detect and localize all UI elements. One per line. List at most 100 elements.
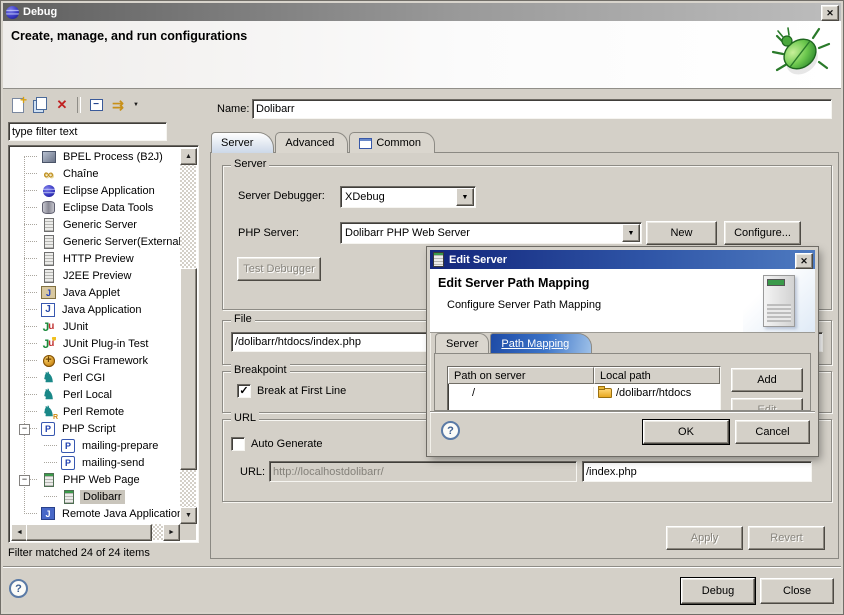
tree-item[interactable]: − Perl Local: [11, 386, 180, 403]
tree-item[interactable]: − mailing-prepare: [11, 437, 180, 454]
header-banner: Create, manage, and run configurations: [3, 21, 841, 89]
combo-arrow-icon[interactable]: ▼: [622, 224, 640, 242]
dialog-close-button[interactable]: ✕: [795, 253, 813, 269]
filter-configurations-button[interactable]: [108, 96, 128, 114]
path-mapping-table[interactable]: Path on server Local path / /dolibarr/ht…: [447, 366, 721, 411]
filter-input-wrap: [8, 122, 167, 141]
tree-item[interactable]: − Java Applet: [11, 284, 180, 301]
close-button[interactable]: Close: [760, 578, 834, 604]
server-icon: [433, 252, 444, 267]
tree-item-label: J2EE Preview: [60, 269, 134, 283]
tree-item-icon: [41, 184, 56, 198]
tree-item-label: Generic Server: [60, 218, 140, 232]
scroll-right-button[interactable]: ►: [163, 524, 180, 541]
scroll-down-button[interactable]: ▼: [180, 507, 197, 524]
name-input[interactable]: [253, 100, 831, 118]
tree-item-icon: [41, 150, 56, 164]
dialog-banner: Edit Server Path Mapping Configure Serve…: [430, 269, 815, 333]
tree-item[interactable]: − Java Application: [11, 301, 180, 318]
tree-item-label: Perl Local: [60, 388, 115, 402]
tree-item-label: Chaîne: [60, 167, 101, 181]
filter-input[interactable]: [9, 123, 166, 140]
tree-item[interactable]: − J2EE Preview: [11, 267, 180, 284]
tree-expander-icon[interactable]: −: [19, 475, 30, 486]
tree-item-icon: [41, 422, 55, 436]
dialog-tab[interactable]: Server: [435, 333, 489, 353]
revert-button[interactable]: Revert: [748, 526, 825, 550]
vertical-scroll-thumb[interactable]: [180, 268, 197, 470]
config-tab[interactable]: Advanced: [275, 132, 348, 153]
tree-item[interactable]: − JUnit Plug-in Test: [11, 335, 180, 352]
tree-item[interactable]: − Perl CGI: [11, 369, 180, 386]
url-path-input[interactable]: [583, 462, 811, 481]
ok-button[interactable]: OK: [643, 420, 729, 444]
column-path-on-server[interactable]: Path on server: [448, 367, 594, 384]
new-server-button[interactable]: New: [646, 221, 717, 245]
test-debugger-button[interactable]: Test Debugger: [237, 257, 321, 281]
debug-window: Debug ✕ Create, manage, and run configur…: [0, 0, 844, 615]
tree-item-icon: [41, 473, 56, 487]
tree-item[interactable]: − BPEL Process (B2J): [11, 148, 180, 165]
dialog-tab[interactable]: Path Mapping: [490, 333, 592, 353]
duplicate-configuration-button[interactable]: [30, 96, 50, 114]
configurations-tree: − BPEL Process (B2J) − Chaîne − Eclipse …: [8, 145, 199, 543]
help-button[interactable]: ?: [9, 579, 28, 598]
tree-vertical-scrollbar[interactable]: ▲ ▼: [180, 148, 196, 524]
tree-item-icon: [41, 303, 55, 317]
debug-button[interactable]: Debug: [681, 578, 755, 604]
cancel-button[interactable]: Cancel: [735, 420, 810, 444]
tree-item[interactable]: − mailing-send: [11, 454, 180, 471]
tree-item-label: Eclipse Data Tools: [60, 201, 156, 215]
config-tab[interactable]: Common: [349, 132, 435, 153]
tree-horizontal-scrollbar[interactable]: ◄ ►: [11, 524, 180, 540]
edit-mapping-button[interactable]: Edit: [731, 398, 803, 411]
tree-item[interactable]: − Perl Remote: [11, 403, 180, 420]
table-row[interactable]: / /dolibarr/htdocs: [448, 384, 720, 401]
table-icon: [359, 138, 372, 149]
server-debugger-label: Server Debugger:: [238, 190, 325, 202]
auto-generate-checkbox[interactable]: ✓: [231, 437, 245, 451]
add-mapping-button[interactable]: Add: [731, 368, 803, 392]
toolbar-menu-button[interactable]: [130, 96, 142, 114]
server-debugger-combo[interactable]: XDebug ▼: [340, 186, 476, 208]
window-close-button[interactable]: ✕: [821, 5, 839, 21]
edit-server-dialog: Edit Server ✕ Edit Server Path Mapping C…: [427, 247, 818, 456]
dialog-help-button[interactable]: ?: [441, 421, 460, 440]
tree-item[interactable]: − Remote Java Application: [11, 505, 180, 522]
php-server-combo[interactable]: Dolibarr PHP Web Server ▼: [340, 222, 642, 244]
horizontal-scroll-thumb[interactable]: [26, 524, 152, 541]
tree-item-label: JUnit: [60, 320, 91, 334]
tree-item[interactable]: − PHP Script: [11, 420, 180, 437]
tab-label: Server: [221, 137, 253, 149]
delete-configuration-button[interactable]: [52, 96, 72, 114]
break-first-line-checkbox[interactable]: ✓: [237, 384, 251, 398]
config-tab[interactable]: Server: [211, 132, 274, 153]
combo-arrow-icon[interactable]: ▼: [456, 188, 474, 206]
dialog-subheading: Configure Server Path Mapping: [447, 299, 601, 311]
tree-item[interactable]: − Dolibarr: [11, 488, 180, 505]
tree-item-icon: [61, 490, 76, 504]
tree-item[interactable]: − Eclipse Data Tools: [11, 199, 180, 216]
tree-item[interactable]: − Eclipse Application: [11, 182, 180, 199]
tree-item[interactable]: − PHP Web Page: [11, 471, 180, 488]
tree-item-icon: [41, 201, 56, 215]
tree-item-icon: [41, 167, 56, 181]
tree-item[interactable]: − Generic Server(External La: [11, 233, 180, 250]
name-label: Name:: [217, 103, 249, 115]
tree-expander-icon[interactable]: −: [19, 424, 30, 435]
apply-button[interactable]: Apply: [666, 526, 743, 550]
configure-server-button[interactable]: Configure...: [724, 221, 801, 245]
tree-item[interactable]: − Chaîne: [11, 165, 180, 182]
tree-item[interactable]: − HTTP Preview: [11, 250, 180, 267]
tree-item-icon: [41, 269, 56, 283]
scroll-up-button[interactable]: ▲: [180, 148, 197, 165]
tree-item[interactable]: − Generic Server: [11, 216, 180, 233]
column-local-path[interactable]: Local path: [594, 367, 720, 384]
tree-item-icon: [61, 456, 75, 470]
tree-item[interactable]: − OSGi Framework: [11, 352, 180, 369]
server-tower-image: [743, 269, 815, 332]
base-url-input: [270, 462, 576, 481]
new-configuration-button[interactable]: [8, 96, 28, 114]
tree-item[interactable]: − JUnit: [11, 318, 180, 335]
collapse-all-button[interactable]: [86, 96, 106, 114]
